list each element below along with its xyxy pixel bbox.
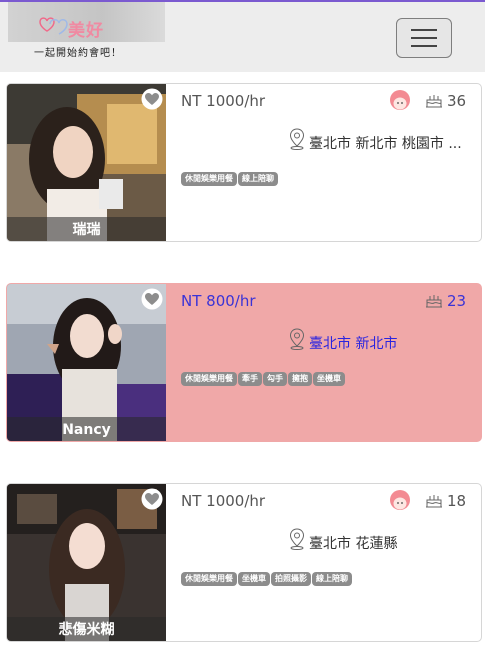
profile-photo[interactable]: Nancy	[7, 284, 166, 441]
logo[interactable]: 美好 一起開始約會吧！	[8, 2, 168, 64]
female-avatar-icon	[390, 490, 410, 510]
favorite-heart-icon[interactable]	[141, 288, 163, 310]
service-tag: 拍照攝影	[271, 572, 311, 586]
location-text: 臺北市 新北市 桃園市 ...	[309, 136, 462, 152]
service-tag: 線上陪聊	[312, 572, 352, 586]
service-tag: 線上陪聊	[238, 172, 278, 186]
price-text: NT 800/hr	[181, 292, 256, 310]
profile-photo[interactable]: 悲傷米糊	[7, 484, 166, 641]
service-tag: 牽手	[238, 372, 262, 386]
profile-card[interactable]: Nancy NT 800/hr 23 臺北市 新北市 休閒娛樂用餐 牽手 勾手 擁抱坐…	[6, 283, 482, 442]
favorite-heart-icon[interactable]	[141, 88, 163, 110]
location-text: 臺北市 新北市	[309, 336, 398, 352]
service-tag: 坐機車	[238, 572, 270, 586]
service-tag: 休閒娛樂用餐	[181, 572, 237, 586]
location-pin-icon	[289, 128, 305, 150]
service-tag: 休閒娛樂用餐	[181, 172, 237, 186]
hamburger-icon	[411, 29, 437, 31]
profile-name: 瑞瑞	[7, 217, 166, 241]
service-tags: 休閒娛樂用餐 線上陪聊	[181, 166, 279, 186]
header: 美好 一起開始約會吧！	[0, 2, 485, 72]
profile-card[interactable]: 瑞瑞 NT 1000/hr 36 臺北市 新北市 桃園市 ... 休閒娛樂用餐線…	[6, 83, 482, 242]
price-text: NT 1000/hr	[181, 492, 266, 510]
favorite-heart-icon[interactable]	[141, 488, 163, 510]
service-tags: 休閒娛樂用餐 坐機車 拍照攝影 線上陪聊	[181, 566, 353, 586]
location-pin-icon	[289, 528, 305, 550]
service-tag: 坐機車	[313, 372, 345, 386]
profile-card[interactable]: 悲傷米糊 NT 1000/hr 18 臺北市 花蓮縣 休閒娛樂用餐 坐機車 拍照攝影…	[6, 483, 482, 642]
birthday-cake-icon	[426, 95, 442, 108]
logo-tagline: 一起開始約會吧！	[34, 48, 122, 59]
age-text: 23	[447, 292, 467, 310]
profile-name: 悲傷米糊	[7, 617, 166, 641]
location-text: 臺北市 花蓮縣	[309, 536, 398, 552]
female-avatar-icon	[390, 90, 410, 110]
service-tag: 休閒娛樂用餐	[181, 372, 237, 386]
age-text: 36	[447, 92, 467, 110]
service-tag: 勾手	[263, 372, 287, 386]
price-text: NT 1000/hr	[181, 92, 266, 110]
service-tags: 休閒娛樂用餐 牽手 勾手 擁抱 坐機車	[181, 366, 346, 386]
birthday-cake-icon	[426, 495, 442, 508]
logo-text: 美好	[68, 21, 104, 41]
age-text: 18	[447, 492, 467, 510]
service-tag: 擁抱	[288, 372, 312, 386]
birthday-cake-icon	[426, 295, 442, 308]
profile-name: Nancy	[7, 417, 166, 441]
profile-photo[interactable]: 瑞瑞	[7, 84, 166, 241]
location-pin-icon	[289, 328, 305, 350]
heart-logo-icon	[39, 17, 68, 35]
menu-toggle-button[interactable]	[396, 18, 452, 58]
